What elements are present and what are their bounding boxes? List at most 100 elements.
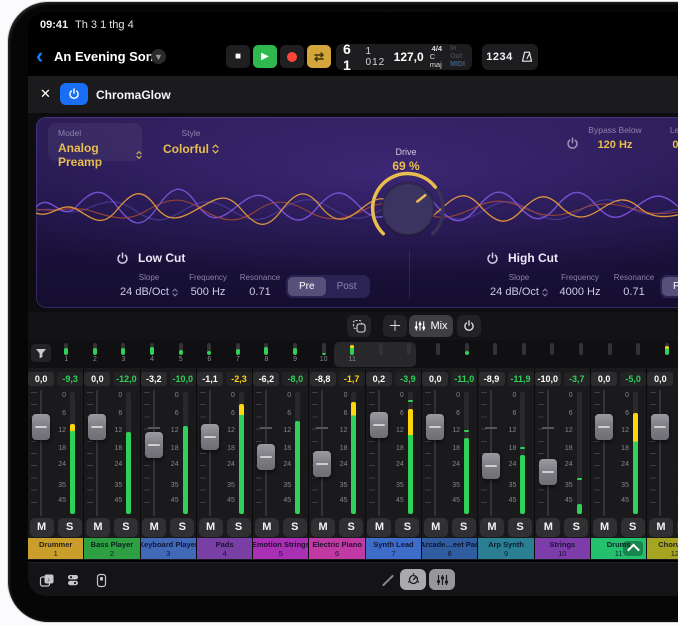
overview-channel[interactable]: 4 bbox=[138, 343, 167, 364]
mute-button[interactable]: M bbox=[480, 518, 504, 537]
high-cut-resonance[interactable]: Resonance 0.71 bbox=[608, 273, 660, 298]
overview-channel[interactable] bbox=[367, 343, 396, 364]
solo-button[interactable]: S bbox=[564, 518, 588, 537]
solo-button[interactable]: S bbox=[58, 518, 82, 537]
track-name-plate[interactable]: Synth Lead 7 bbox=[366, 538, 421, 559]
play-button[interactable]: ▶ bbox=[253, 45, 277, 68]
track-name-plate[interactable]: Drums 11 bbox=[591, 538, 646, 559]
overview-channel[interactable]: 3 bbox=[109, 343, 138, 364]
routing-button[interactable] bbox=[62, 569, 84, 591]
high-cut-slope[interactable]: Slope 24 dB/Oct bbox=[486, 273, 552, 298]
bypass-below-control[interactable]: Bypass Below 120 Hz bbox=[582, 125, 648, 151]
fader-cap[interactable] bbox=[88, 414, 106, 440]
fader-zone[interactable]: 061218243545 bbox=[28, 390, 83, 516]
overview-channel[interactable]: 2 bbox=[81, 343, 110, 364]
fader-zone[interactable]: 061218243545 bbox=[478, 390, 533, 516]
mute-button[interactable]: M bbox=[311, 518, 335, 537]
volume-readout[interactable]: -8,9 bbox=[479, 372, 505, 386]
high-cut-frequency[interactable]: Frequency 4000 Hz bbox=[552, 273, 608, 298]
channel-overview-strip[interactable]: 1234567891011 bbox=[28, 340, 678, 370]
solo-button[interactable]: S bbox=[170, 518, 194, 537]
fader-cap[interactable] bbox=[313, 451, 331, 477]
mute-button[interactable]: M bbox=[424, 518, 448, 537]
volume-readout[interactable]: -6,2 bbox=[253, 372, 279, 386]
volume-readout[interactable]: -8,8 bbox=[310, 372, 336, 386]
volume-readout[interactable]: 0,0 bbox=[28, 372, 54, 386]
fader-zone[interactable]: 061218243545 bbox=[309, 390, 364, 516]
fader-zone[interactable]: 061218243545 bbox=[591, 390, 646, 516]
overview-channel[interactable]: 5 bbox=[166, 343, 195, 364]
pre-option[interactable]: Pre bbox=[662, 277, 678, 296]
overview-channel[interactable]: 1 bbox=[52, 343, 81, 364]
mute-button[interactable]: M bbox=[367, 518, 391, 537]
stop-button[interactable]: ■ bbox=[226, 45, 250, 68]
low-cut-slope[interactable]: Slope 24 dB/Oct bbox=[116, 273, 182, 298]
high-cut-power-icon[interactable] bbox=[486, 252, 499, 265]
track-name-plate[interactable]: Strings 10 bbox=[535, 538, 590, 559]
solo-button[interactable]: S bbox=[339, 518, 363, 537]
cycle-button[interactable]: ⇄ bbox=[307, 45, 331, 68]
controls-view-button[interactable] bbox=[400, 569, 426, 590]
solo-button[interactable]: S bbox=[508, 518, 532, 537]
mix-mode-button[interactable]: Mix bbox=[409, 315, 453, 337]
overview-channel[interactable] bbox=[595, 343, 624, 364]
fader-zone[interactable]: 061218243545 bbox=[84, 390, 139, 516]
fader-zone[interactable]: 061218243545 bbox=[197, 390, 252, 516]
record-button[interactable] bbox=[280, 45, 304, 68]
fader-zone[interactable]: 061218243545 bbox=[647, 390, 678, 516]
drive-knob[interactable] bbox=[366, 167, 450, 251]
overview-channel[interactable]: 8 bbox=[252, 343, 281, 364]
overview-channel[interactable] bbox=[452, 343, 481, 364]
overview-channel[interactable]: 10 bbox=[309, 343, 338, 364]
post-option[interactable]: Post bbox=[326, 277, 368, 296]
track-name-plate[interactable]: Bass Player 2 bbox=[84, 538, 139, 559]
fader-view-button[interactable] bbox=[90, 569, 112, 591]
track-name-plate[interactable]: Pads 4 bbox=[197, 538, 252, 559]
overview-channel[interactable]: 6 bbox=[195, 343, 224, 364]
volume-readout[interactable]: -10,0 bbox=[535, 372, 561, 386]
mute-button[interactable]: M bbox=[86, 518, 110, 537]
plugin-power-button[interactable] bbox=[60, 83, 88, 105]
model-selector[interactable]: Model Analog Preamp bbox=[48, 123, 142, 161]
mixer-view-button[interactable] bbox=[429, 569, 455, 590]
fader-cap[interactable] bbox=[651, 414, 669, 440]
bypass-power-icon[interactable] bbox=[566, 137, 579, 150]
overview-channel[interactable]: 9 bbox=[281, 343, 310, 364]
collapse-chevron-icon[interactable] bbox=[623, 541, 643, 556]
fader-cap[interactable] bbox=[201, 424, 219, 450]
fader-zone[interactable]: 061218243545 bbox=[422, 390, 477, 516]
overview-channel[interactable] bbox=[510, 343, 539, 364]
fader-cap[interactable] bbox=[32, 414, 50, 440]
lcd-display[interactable]: 6 1 1 012 127,0 4/4 C maj In Out MIDI bbox=[336, 44, 472, 70]
low-cut-power-icon[interactable] bbox=[116, 252, 129, 265]
close-icon[interactable]: ✕ bbox=[40, 86, 51, 102]
overview-channel[interactable]: 7 bbox=[224, 343, 253, 364]
level-control[interactable]: Level 0.0 bbox=[658, 125, 678, 151]
fader-cap[interactable] bbox=[426, 414, 444, 440]
track-name-plate[interactable]: Emotion Strings 5 bbox=[253, 538, 308, 559]
track-name-plate[interactable]: Keyboard Player 3 bbox=[141, 538, 196, 559]
mute-button[interactable]: M bbox=[649, 518, 673, 537]
mute-button[interactable]: M bbox=[536, 518, 560, 537]
overview-channel[interactable] bbox=[424, 343, 453, 364]
overview-channel[interactable] bbox=[652, 343, 678, 364]
track-name-plate[interactable]: Chorus V 12 bbox=[647, 538, 678, 559]
back-chevron-icon[interactable]: ‹ bbox=[36, 41, 43, 71]
fader-cap[interactable] bbox=[145, 432, 163, 458]
paste-settings-button[interactable] bbox=[347, 315, 371, 337]
pre-option[interactable]: Pre bbox=[288, 277, 326, 296]
fader-cap[interactable] bbox=[539, 459, 557, 485]
solo-button[interactable]: S bbox=[283, 518, 307, 537]
low-cut-resonance[interactable]: Resonance 0.71 bbox=[234, 273, 286, 298]
solo-button[interactable]: S bbox=[114, 518, 138, 537]
solo-button[interactable]: S bbox=[621, 518, 645, 537]
mixer-power-button[interactable] bbox=[457, 315, 481, 337]
track-name-plate[interactable]: Arp Synth 9 bbox=[478, 538, 533, 559]
browser-button[interactable]: ♪ bbox=[36, 569, 58, 591]
style-selector[interactable]: Style Colorful bbox=[154, 123, 228, 161]
overview-channel[interactable] bbox=[481, 343, 510, 364]
volume-readout[interactable]: 0,0 bbox=[422, 372, 448, 386]
overview-channel[interactable]: 11 bbox=[338, 343, 367, 364]
low-cut-frequency[interactable]: Frequency 500 Hz bbox=[182, 273, 234, 298]
song-title[interactable]: An Evening Song bbox=[54, 49, 162, 64]
